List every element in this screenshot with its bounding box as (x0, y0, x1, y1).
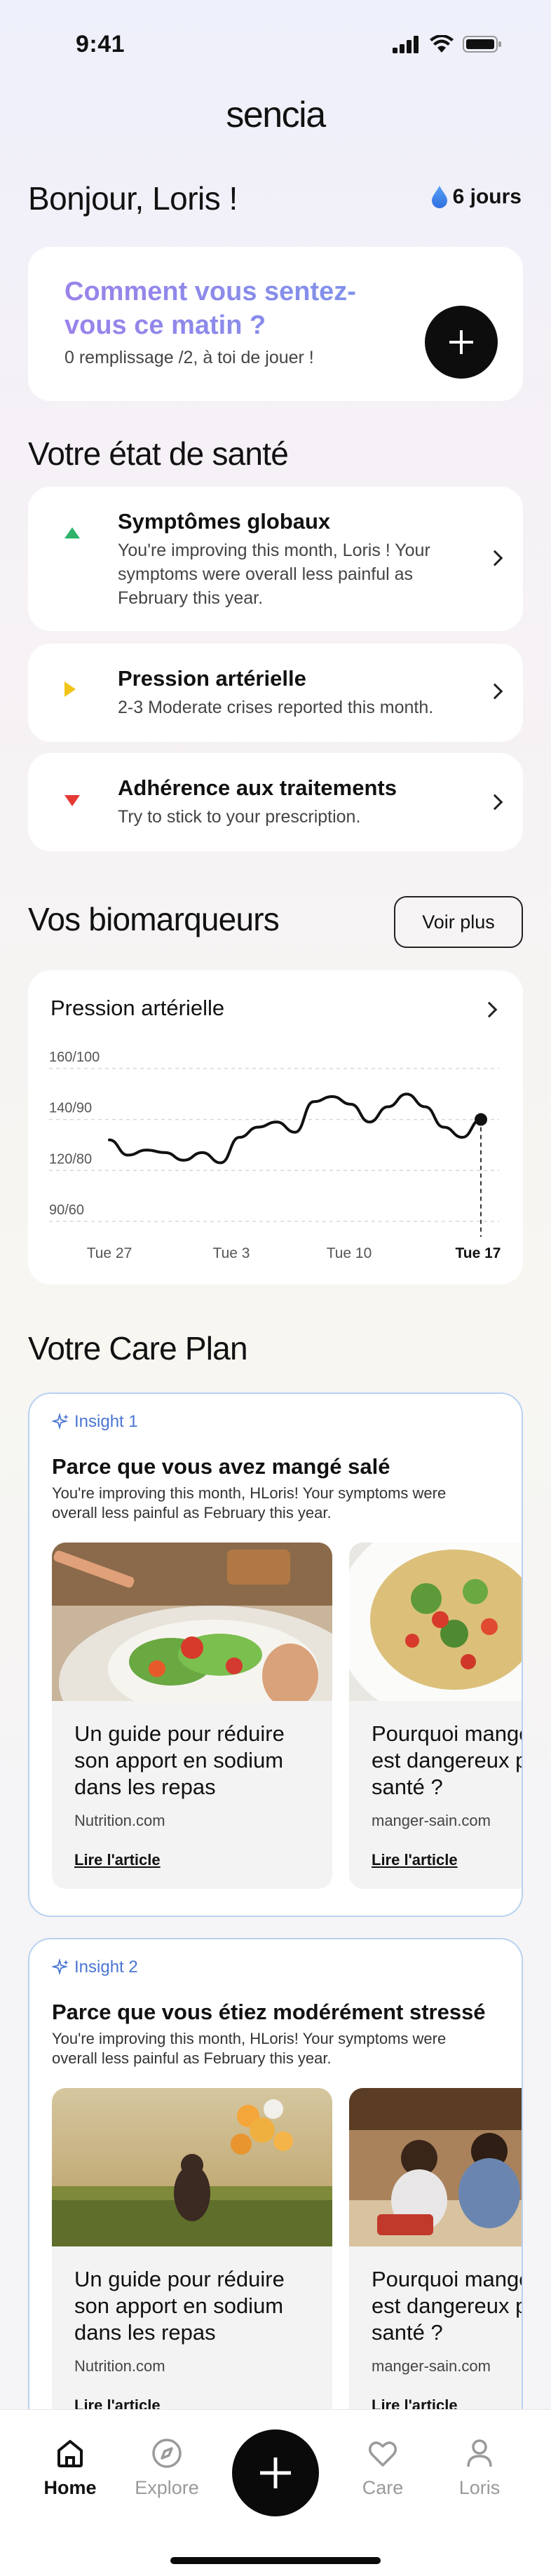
streak-badge[interactable]: 6 jours (430, 185, 522, 209)
heart-icon (369, 2441, 397, 2467)
sparkle-icon (52, 1413, 69, 1430)
see-more-button[interactable]: Voir plus (394, 896, 523, 948)
signal-icon (393, 36, 419, 53)
status-icons (393, 35, 502, 53)
chevron-right-icon (487, 550, 503, 567)
article-source: Nutrition.com (74, 1812, 165, 1829)
insight-label: Insight 1 (74, 1412, 138, 1431)
tab-label: Care (362, 2477, 404, 2498)
chart-x-tick-label: Tue 3 (213, 1245, 250, 1261)
chart-y-tick-label: 90/60 (49, 1202, 84, 1218)
insight-card-2: Insight 2 Parce que vous étiez modérémen… (28, 1938, 523, 2443)
chart-x-tick-label: Tue 17 (456, 1245, 501, 1261)
chart-y-tick-label: 160/100 (49, 1050, 100, 1065)
article-card[interactable]: Un guide pour réduire son apport en sodi… (52, 1543, 332, 1889)
trend-down-icon (64, 795, 80, 806)
wifi-icon (430, 35, 454, 53)
trend-up-icon (64, 527, 80, 538)
article-source: manger-sain.com (372, 1812, 491, 1829)
tab-label: Home (43, 2477, 97, 2498)
user-icon (467, 2439, 492, 2467)
insight-subtitle: You're improving this month, HLoris! You… (52, 1484, 447, 1521)
chart-highlight-point (475, 1113, 487, 1126)
insight-badge: Insight 1 (52, 1412, 138, 1432)
health-item-subtitle: You're improving this month, Loris ! You… (118, 541, 430, 608)
chart-y-tick-label: 120/80 (49, 1151, 92, 1167)
article-title: Un guide pour réduire son apport en sodi… (74, 2267, 285, 2345)
drop-icon (431, 186, 447, 208)
care-plan-section-title: Votre Care Plan (28, 1330, 248, 1367)
chart-x-tick-label: Tue 27 (87, 1245, 132, 1261)
tab-profile[interactable]: Loris (437, 2436, 522, 2499)
pasta-photo (349, 1543, 522, 1701)
insight-badge: Insight 2 (52, 1958, 138, 1977)
health-item-subtitle: 2-3 Moderate crises reported this month. (118, 698, 434, 717)
status-time: 9:41 (76, 31, 125, 57)
health-item-title: Pression artérielle (118, 666, 306, 691)
health-item-title: Adhérence aux traitements (118, 775, 397, 800)
article-source: Nutrition.com (74, 2357, 165, 2375)
balloons-field-photo (52, 2088, 332, 2246)
article-title: Pourquoi manger salé est dangereux pour … (372, 2267, 522, 2345)
mood-progress: 0 remplissage /2, à toi de jouer ! (64, 348, 314, 367)
health-item-title: Symptômes globaux (118, 509, 331, 534)
health-item-adherence[interactable]: Adhérence aux traitements Try to stick t… (28, 753, 523, 851)
health-item-blood-pressure[interactable]: Pression artérielle 2-3 Moderate crises … (28, 644, 523, 742)
insight-subtitle: You're improving this month, HLoris! You… (52, 2030, 447, 2067)
health-item-subtitle: Try to stick to your prescription. (118, 807, 361, 827)
article-title: Pourquoi manger salé est dangereux pour … (372, 1721, 522, 1799)
battery-icon (463, 36, 501, 53)
blood-pressure-chart-card[interactable]: Pression artérielle 160/100 140/90 120/80 9… (28, 970, 523, 1284)
article-card[interactable]: Pourquoi manger salé est dangereux pour … (349, 2088, 522, 2434)
insight-label: Insight 2 (74, 1958, 138, 1977)
tab-explore[interactable]: Explore (125, 2436, 209, 2499)
app-logo: sencia (226, 95, 326, 135)
article-card[interactable]: Pourquoi manger salé est dangereux pour … (349, 1543, 522, 1889)
mood-checkin-card[interactable]: Comment vous sentez-vous ce matin ? 0 re… (28, 247, 523, 401)
insight-card-1: Insight 1 Parce que vous avez mangé salé… (28, 1392, 523, 1917)
family-kitchen-photo (349, 2088, 522, 2246)
status-bar: 9:41 (0, 25, 551, 65)
article-source: manger-sain.com (372, 2357, 491, 2375)
chart-x-tick-label: Tue 10 (327, 1245, 372, 1261)
compass-icon (152, 2439, 182, 2468)
add-entry-button[interactable] (425, 306, 498, 379)
trend-stable-icon (64, 682, 76, 697)
chart-y-tick-label: 140/90 (49, 1101, 92, 1116)
greeting: Bonjour, Loris ! (28, 180, 238, 217)
add-button[interactable] (232, 2429, 319, 2516)
sparkle-icon (52, 1958, 69, 1976)
read-article-link[interactable]: Lire l'article (372, 1851, 458, 1869)
health-section-title: Votre état de santé (28, 435, 289, 472)
blood-pressure-chart: 160/100 140/90 120/80 90/60 Tue 27 Tue 3 Tue 1… (49, 1050, 501, 1261)
chevron-right-icon (487, 794, 503, 811)
tab-home[interactable]: Home (28, 2436, 112, 2499)
mood-question: Comment vous sentez-vous ce matin ? (64, 275, 394, 342)
streak-label: 6 jours (452, 185, 522, 208)
tab-label: Loris (458, 2477, 501, 2498)
biomarkers-section-title: Vos biomarqueurs (28, 901, 280, 937)
read-article-link[interactable]: Lire l'article (74, 1851, 161, 1869)
insight-title: Parce que vous avez mangé salé (52, 1454, 390, 1479)
article-title: Un guide pour réduire son apport en sodi… (74, 1721, 285, 1799)
bottom-tab-bar: Home Explore Care Loris (0, 2409, 551, 2576)
tab-care[interactable]: Care (341, 2436, 425, 2499)
chart-series-line (108, 1092, 482, 1165)
health-item-symptoms[interactable]: Symptômes globaux You're improving this … (28, 487, 523, 631)
home-indicator[interactable] (170, 2557, 381, 2564)
app-screen: 9:41 sencia Bonjour, Loris ! 6 jours Com… (0, 0, 551, 2576)
salad-photo (52, 1543, 332, 1701)
home-icon (57, 2440, 83, 2467)
article-card[interactable]: Un guide pour réduire son apport en sodi… (52, 2088, 332, 2434)
tab-label: Explore (135, 2477, 199, 2498)
insight-title: Parce que vous étiez modérément stressé (52, 2000, 486, 2024)
